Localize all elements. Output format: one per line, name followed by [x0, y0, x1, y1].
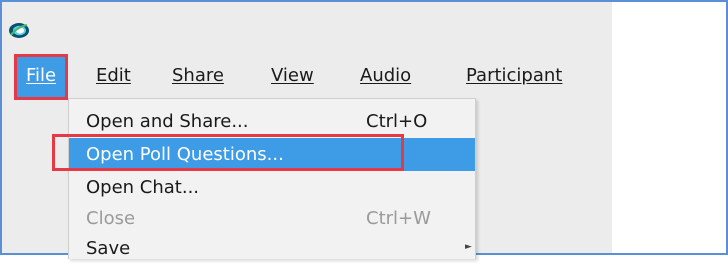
title-bar [2, 2, 612, 46]
webex-logo-icon [9, 23, 29, 38]
menu-view[interactable]: View [271, 54, 314, 98]
menu-item-open-poll-questions[interactable]: Open Poll Questions... [69, 138, 475, 171]
application-window: File Edit Share View Audio Participant O… [2, 2, 612, 259]
menu-item-label: Open Poll Questions... [86, 144, 284, 165]
menu-item-label: Open and Share... [86, 111, 249, 132]
menu-view-label: View [271, 65, 314, 86]
menu-item-shortcut: Ctrl+W [366, 208, 431, 229]
menu-audio-label: Audio [360, 65, 412, 86]
file-dropdown-menu: Open and Share... Ctrl+O Open Poll Quest… [68, 98, 476, 259]
menu-item-open-and-share[interactable]: Open and Share... Ctrl+O [69, 105, 475, 138]
menu-participant[interactable]: Participant [466, 54, 562, 98]
menu-bar: File Edit Share View Audio Participant [2, 54, 612, 98]
menu-file[interactable]: File [16, 54, 66, 98]
menu-share-label: Share [172, 65, 224, 86]
submenu-arrow-icon: ► [465, 242, 472, 252]
menu-share[interactable]: Share [172, 54, 224, 98]
menu-item-open-chat[interactable]: Open Chat... [69, 171, 475, 204]
window-frame: File Edit Share View Audio Participant O… [0, 0, 728, 259]
menu-audio[interactable]: Audio [360, 54, 411, 98]
menu-item-label: Open Chat... [86, 177, 200, 198]
menu-edit-label: Edit [96, 65, 131, 86]
menu-file-label: File [25, 65, 57, 86]
menu-item-shortcut: Ctrl+O [366, 111, 428, 132]
menu-item-label: Close [86, 208, 136, 229]
menu-item-close: Close Ctrl+W [69, 202, 475, 235]
menu-edit[interactable]: Edit [96, 54, 131, 98]
menu-item-label: Save [86, 238, 131, 259]
menu-participant-label: Participant [466, 65, 563, 86]
menu-item-save[interactable]: Save ► [69, 232, 475, 265]
